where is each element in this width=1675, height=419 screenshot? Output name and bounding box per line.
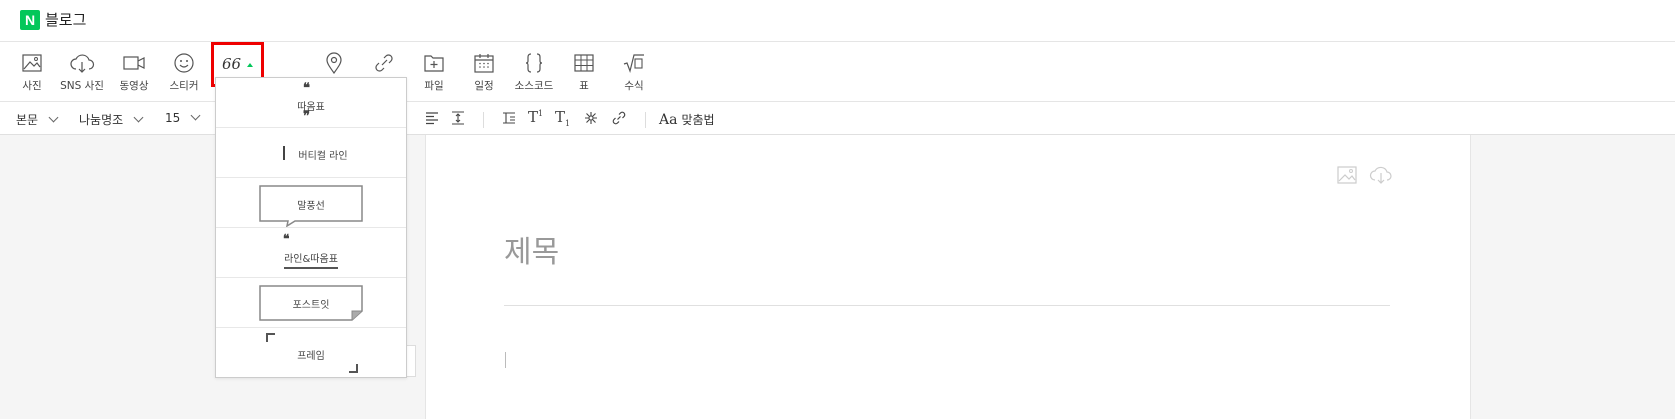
sticker-label: 스티커 bbox=[169, 80, 199, 92]
map-pin-icon bbox=[326, 52, 342, 75]
smile-icon bbox=[174, 53, 194, 73]
top-bar: N 블로그 bbox=[0, 0, 1675, 42]
quote-style-label: 라인&따옴표 bbox=[284, 254, 338, 265]
video-icon bbox=[123, 56, 145, 70]
quote-style-label: 말풍선 bbox=[297, 201, 325, 212]
quote-style-label: 프레임 bbox=[297, 351, 325, 362]
cloud-download-icon bbox=[70, 54, 95, 73]
subscript-icon[interactable]: T1 bbox=[555, 108, 570, 128]
quote-style-frame[interactable]: 프레임 bbox=[216, 328, 406, 378]
quote-style-line-quote[interactable]: ❝ 라인&따옴표 bbox=[216, 228, 406, 278]
title-placeholder[interactable]: 제목 bbox=[504, 227, 559, 271]
special-char-icon[interactable] bbox=[583, 110, 599, 126]
calendar-icon bbox=[474, 54, 494, 73]
open-quote-icon: ❝ bbox=[303, 81, 310, 96]
formula-button[interactable]: 수식 bbox=[609, 50, 659, 93]
sticker-button[interactable]: 스티커 bbox=[159, 50, 209, 93]
naver-logo-icon[interactable]: N bbox=[20, 10, 40, 30]
font-size-select[interactable]: 15 bbox=[165, 110, 201, 125]
sns-photo-label: SNS 사진 bbox=[60, 80, 104, 92]
place-button[interactable] bbox=[309, 50, 359, 76]
link-icon bbox=[375, 54, 393, 72]
chevron-down-icon bbox=[133, 112, 144, 123]
table-button[interactable]: 표 bbox=[559, 50, 609, 93]
file-label: 파일 bbox=[424, 80, 444, 92]
title-divider bbox=[504, 305, 1390, 306]
quote-style-label: 버티컬 라인 bbox=[298, 151, 348, 162]
file-plus-icon bbox=[424, 55, 444, 72]
source-code-button[interactable]: 소스코드 bbox=[509, 50, 559, 93]
caret-up-icon bbox=[247, 63, 253, 67]
close-quote-icon: ❞ bbox=[303, 109, 310, 124]
editor-paper: 제목 bbox=[425, 135, 1471, 419]
quote-icon: 66 bbox=[222, 55, 242, 73]
spellcheck-button[interactable]: Aa 맞춤법 bbox=[659, 111, 715, 128]
file-button[interactable]: 파일 bbox=[409, 50, 459, 93]
cover-image-icon[interactable] bbox=[1336, 165, 1358, 185]
open-quote-icon: ❝ bbox=[283, 232, 290, 246]
spellcheck-icon: Aa bbox=[659, 112, 678, 128]
chevron-down-icon bbox=[190, 110, 201, 121]
schedule-label: 일정 bbox=[474, 80, 494, 92]
photo-button[interactable]: 사진 bbox=[7, 50, 57, 93]
quote-style-quotation[interactable]: ❝ 따옴표 ❞ bbox=[216, 78, 406, 128]
superscript-icon[interactable]: T1 bbox=[528, 108, 543, 126]
chevron-down-icon bbox=[48, 112, 59, 123]
text-cursor bbox=[505, 352, 506, 368]
video-label: 동영상 bbox=[119, 80, 149, 92]
text-strikethrough-icon[interactable] bbox=[501, 110, 517, 126]
image-icon bbox=[22, 54, 42, 72]
font-size-value: 15 bbox=[165, 111, 181, 125]
line-height-icon[interactable] bbox=[450, 110, 466, 126]
quote-style-vertical-line[interactable]: 버티컬 라인 bbox=[216, 128, 406, 178]
paragraph-style-value: 본문 bbox=[16, 113, 39, 127]
spellcheck-label: 맞춤법 bbox=[681, 113, 715, 127]
quote-style-label: 포스트잇 bbox=[292, 300, 330, 311]
table-label: 표 bbox=[579, 80, 589, 92]
quote-style-speech-bubble[interactable]: 말풍선 bbox=[216, 178, 406, 228]
photo-label: 사진 bbox=[22, 80, 42, 92]
toolbar-divider bbox=[645, 112, 646, 128]
underline-bar-icon bbox=[284, 267, 338, 269]
link-icon[interactable] bbox=[611, 110, 627, 126]
cloud-download-icon[interactable] bbox=[1369, 165, 1393, 185]
table-icon bbox=[574, 54, 594, 72]
font-family-value: 나눔명조 bbox=[79, 113, 124, 127]
video-button[interactable]: 동영상 bbox=[109, 50, 159, 93]
align-left-icon[interactable] bbox=[424, 110, 440, 126]
quote-style-postit[interactable]: 포스트잇 bbox=[216, 278, 406, 328]
braces-icon bbox=[525, 53, 543, 73]
schedule-button[interactable]: 일정 bbox=[459, 50, 509, 93]
quote-style-menu: ❝ 따옴표 ❞ 버티컬 라인 말풍선 ❝ 라인&따옴표 포스트잇 프레임 bbox=[215, 77, 407, 378]
quote-style-label: 따옴표 bbox=[297, 102, 325, 113]
sns-photo-button[interactable]: SNS 사진 bbox=[57, 50, 107, 93]
toolbar-divider bbox=[483, 112, 484, 128]
formula-label: 수식 bbox=[624, 80, 644, 92]
paragraph-style-select[interactable]: 본문 bbox=[16, 111, 59, 128]
font-family-select[interactable]: 나눔명조 bbox=[79, 111, 144, 128]
sqrt-icon bbox=[623, 54, 644, 74]
app-title[interactable]: 블로그 bbox=[45, 9, 86, 30]
link-button[interactable] bbox=[359, 50, 409, 76]
source-code-label: 소스코드 bbox=[514, 80, 554, 92]
